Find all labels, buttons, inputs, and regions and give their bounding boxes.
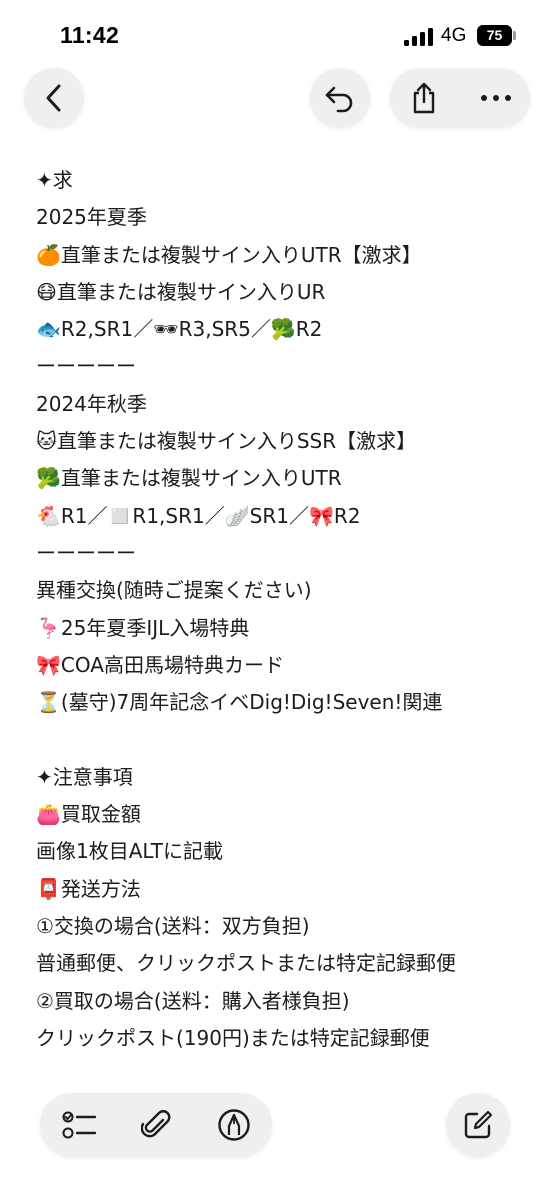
note-line: ✦注意事項 <box>36 764 133 789</box>
note-line: ①交換の場合(送料：双方負担) <box>36 913 310 938</box>
note-line: 2025年夏季 <box>36 205 147 230</box>
battery-nub <box>513 31 516 40</box>
note-line: 🍊直筆または複製サイン入りUTR【激求】 <box>36 242 422 267</box>
paperclip-icon <box>141 1110 171 1138</box>
note-line: ーーーーー <box>36 354 136 379</box>
attach-button[interactable] <box>126 1093 186 1157</box>
compose-icon <box>464 1110 493 1139</box>
note-line: 😷直筆または複製サイン入りUR <box>36 279 326 304</box>
undo-button[interactable] <box>310 68 370 128</box>
note-line: 🐔R1／◻️R1,SR1／🪽SR1／🎀R2 <box>36 503 361 528</box>
back-button[interactable] <box>24 68 84 128</box>
compose-button[interactable] <box>446 1093 510 1157</box>
note-line: ②買取の場合(送料：購入者様負担) <box>36 988 350 1013</box>
note-line: クリックポスト(190円)または特定記録郵便 <box>36 1025 430 1050</box>
status-time: 11:42 <box>60 22 120 48</box>
ellipsis-icon <box>481 95 511 101</box>
note-line: ⏳(墓守)7周年記念イベDig!Dig!Seven!関連 <box>36 690 443 715</box>
note-line: 🥦直筆または複製サイン入りUTR <box>36 466 342 491</box>
note-line: 普通郵便、クリックポストまたは特定記録郵便 <box>36 951 456 976</box>
undo-icon <box>325 86 353 113</box>
checklist-icon <box>62 1111 97 1139</box>
network-type: 4G <box>441 25 467 46</box>
share-icon <box>413 82 435 114</box>
status-bar: 11:42 4G 75 <box>0 0 554 70</box>
cellular-signal-icon <box>404 28 434 46</box>
battery-icon: 75 <box>477 25 512 46</box>
share-button[interactable] <box>394 68 454 128</box>
bottom-tools-group <box>40 1093 272 1157</box>
note-line <box>36 721 536 758</box>
share-more-group <box>390 68 530 128</box>
note-line: 👛買取金額 <box>36 802 141 827</box>
chevron-left-icon <box>46 84 61 112</box>
markup-button[interactable] <box>204 1093 264 1157</box>
note-line: 異種交換(随時ご提案ください) <box>36 578 312 603</box>
note-line: 🎀COA高田馬場特典カード <box>36 652 284 677</box>
note-line: 🐱直筆または複製サイン入りSSR【激求】 <box>36 429 417 454</box>
note-line: ✦求 <box>36 168 73 192</box>
note-line: ーーーーー <box>36 540 136 565</box>
note-line: 🐟R2,SR1／🕶R3,SR5／🥦R2 <box>36 317 323 342</box>
note-line: 画像1枚目ALTに記載 <box>36 839 224 864</box>
pen-markup-icon <box>218 1109 250 1141</box>
checklist-button[interactable] <box>50 1093 110 1157</box>
note-line: 2024年秋季 <box>36 391 147 416</box>
note-body[interactable]: ✦求 2025年夏季 🍊直筆または複製サイン入りUTR【激求】 😷直筆または複製サイン… <box>36 162 536 1057</box>
note-line: 🦩25年夏季IJL入場特典 <box>36 615 250 640</box>
more-button[interactable] <box>466 68 526 128</box>
note-line: 📮発送方法 <box>36 876 141 901</box>
